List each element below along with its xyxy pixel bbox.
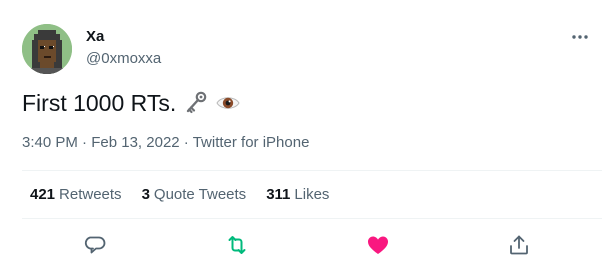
retweets-stat[interactable]: 421 Retweets <box>30 186 122 204</box>
reply-icon[interactable] <box>84 233 108 257</box>
tweet-text-content: First 1000 RTs. <box>22 90 177 116</box>
tweet-detail: Xa @0xmoxxa First 1000 RTs. 3:40 PM · Fe… <box>0 0 614 277</box>
likes-label: Likes <box>294 186 330 203</box>
likes-count: 311 <box>266 186 291 203</box>
like-icon[interactable] <box>366 233 390 257</box>
quote-tweets-stat[interactable]: 3 Quote Tweets <box>142 186 247 204</box>
tweet-stats: 421 Retweets 3 Quote Tweets 311 Likes <box>30 186 329 204</box>
share-icon[interactable] <box>507 233 531 257</box>
quote-tweets-label: Quote Tweets <box>153 186 247 203</box>
eye-emoji-icon <box>216 91 240 115</box>
meta-separator: · <box>183 134 189 151</box>
likes-stat[interactable]: 311 Likes <box>266 186 329 204</box>
quote-tweets-count: 3 <box>141 186 150 203</box>
more-icon[interactable] <box>570 30 590 44</box>
display-name[interactable]: Xa <box>86 28 104 46</box>
retweets-count: 421 <box>30 186 56 203</box>
tweet-source[interactable]: Twitter for iPhone <box>193 134 310 151</box>
retweets-label: Retweets <box>59 186 122 203</box>
divider <box>22 218 602 219</box>
old-key-emoji-icon <box>184 91 208 115</box>
pixel-punk-avatar-icon <box>22 24 72 74</box>
meta-separator: · <box>82 134 88 151</box>
tweet-actions <box>0 233 614 257</box>
tweet-date[interactable]: Feb 13, 2022 <box>91 134 179 151</box>
tweet-meta: 3:40 PM · Feb 13, 2022 · Twitter for iPh… <box>22 134 309 152</box>
retweet-icon[interactable] <box>225 233 249 257</box>
divider <box>22 170 602 171</box>
tweet-text: First 1000 RTs. <box>22 88 240 118</box>
handle[interactable]: @0xmoxxa <box>86 50 161 68</box>
avatar[interactable] <box>22 24 72 74</box>
tweet-time[interactable]: 3:40 PM <box>22 134 78 151</box>
